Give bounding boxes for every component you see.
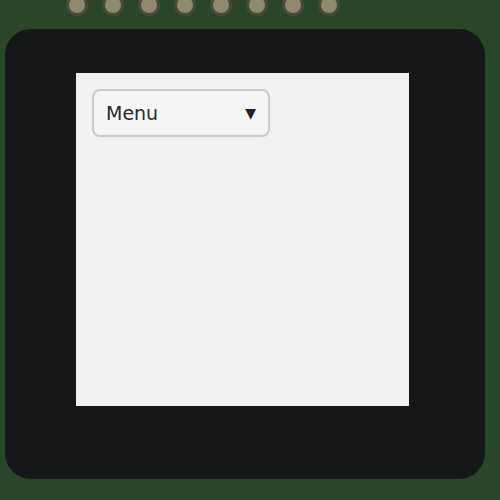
pin-icon [282, 0, 304, 16]
dropdown-label: Menu [106, 102, 158, 124]
pin-icon [318, 0, 340, 16]
pin-icon [138, 0, 160, 16]
pin-icon [210, 0, 232, 16]
pin-icon [102, 0, 124, 16]
screen: Menu ▼ [76, 73, 409, 406]
header-pins [0, 0, 500, 29]
display-bezel: Menu ▼ [5, 29, 485, 479]
pin-icon [174, 0, 196, 16]
dropdown-arrow-icon: ▼ [245, 105, 256, 121]
pin-icon [246, 0, 268, 16]
circuit-board: Menu ▼ [0, 0, 500, 500]
pin-icon [66, 0, 88, 16]
menu-dropdown[interactable]: Menu ▼ [92, 89, 270, 137]
